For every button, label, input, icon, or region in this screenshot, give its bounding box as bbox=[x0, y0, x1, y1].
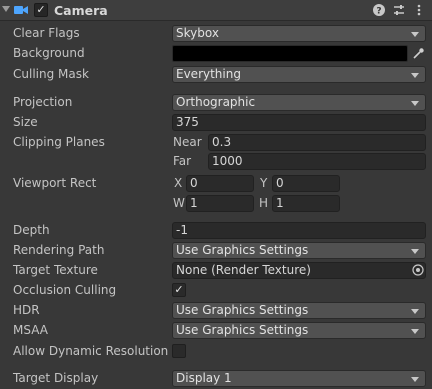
depth-input[interactable]: -1 bbox=[172, 222, 426, 239]
hdr-dropdown[interactable]: Use Graphics Settings bbox=[172, 302, 426, 319]
context-menu-icon[interactable] bbox=[412, 3, 426, 17]
far-input[interactable]: 1000 bbox=[208, 153, 426, 170]
eyedropper-icon[interactable] bbox=[410, 45, 426, 62]
target-display-value: Display 1 bbox=[176, 371, 232, 385]
culling-mask-dropdown[interactable]: Everything bbox=[172, 66, 426, 83]
msaa-dropdown[interactable]: Use Graphics Settings bbox=[172, 322, 426, 339]
preset-icon[interactable] bbox=[392, 3, 406, 17]
target-display-dropdown[interactable]: Display 1 bbox=[172, 370, 426, 387]
occlusion-culling-label: Occlusion Culling bbox=[13, 283, 117, 297]
allow-dynamic-resolution-checkbox[interactable] bbox=[172, 344, 186, 358]
camera-icon bbox=[13, 3, 29, 17]
near-input[interactable]: 0.3 bbox=[208, 134, 426, 151]
viewport-y-input[interactable]: 0 bbox=[272, 175, 340, 192]
viewport-h-label: H bbox=[259, 196, 269, 210]
component-title: Camera bbox=[54, 3, 108, 18]
dropdown-arrow-icon bbox=[411, 377, 419, 382]
help-icon[interactable]: ? bbox=[372, 3, 386, 17]
near-label: Near bbox=[173, 135, 202, 149]
msaa-value: Use Graphics Settings bbox=[176, 323, 309, 337]
depth-label: Depth bbox=[13, 223, 50, 237]
clear-flags-dropdown[interactable]: Skybox bbox=[172, 25, 426, 42]
target-texture-field[interactable]: None (Render Texture) bbox=[172, 262, 426, 279]
dropdown-arrow-icon bbox=[411, 249, 419, 254]
background-color-field[interactable] bbox=[172, 45, 408, 62]
allow-dynamic-resolution-label: Allow Dynamic Resolution bbox=[13, 344, 169, 358]
viewport-rect-label: Viewport Rect bbox=[13, 176, 97, 190]
far-label: Far bbox=[173, 154, 192, 168]
msaa-label: MSAA bbox=[13, 323, 48, 337]
occlusion-culling-checkbox[interactable]: ✓ bbox=[172, 283, 186, 297]
clear-flags-value: Skybox bbox=[176, 26, 219, 40]
background-label: Background bbox=[13, 46, 85, 60]
viewport-w-label: W bbox=[173, 196, 185, 210]
dropdown-arrow-icon bbox=[411, 309, 419, 314]
culling-mask-label: Culling Mask bbox=[13, 67, 89, 81]
component-enabled-checkbox[interactable]: ✓ bbox=[34, 3, 48, 17]
viewport-h-input[interactable]: 1 bbox=[272, 195, 340, 212]
size-label: Size bbox=[13, 115, 38, 129]
dropdown-arrow-icon bbox=[411, 329, 419, 334]
hdr-label: HDR bbox=[13, 303, 40, 317]
culling-mask-value: Everything bbox=[176, 67, 241, 81]
rendering-path-dropdown[interactable]: Use Graphics Settings bbox=[172, 242, 426, 259]
viewport-x-label: X bbox=[174, 176, 183, 190]
projection-dropdown[interactable]: Orthographic bbox=[172, 94, 426, 111]
hdr-value: Use Graphics Settings bbox=[176, 303, 309, 317]
target-texture-value: None (Render Texture) bbox=[176, 263, 311, 277]
size-input[interactable]: 375 bbox=[172, 114, 426, 131]
svg-text:?: ? bbox=[376, 7, 381, 17]
object-picker-icon[interactable] bbox=[411, 263, 425, 277]
dropdown-arrow-icon bbox=[411, 101, 419, 106]
projection-label: Projection bbox=[13, 95, 73, 109]
projection-value: Orthographic bbox=[176, 95, 256, 109]
dropdown-arrow-icon bbox=[411, 32, 419, 37]
rendering-path-label: Rendering Path bbox=[13, 243, 105, 257]
rendering-path-value: Use Graphics Settings bbox=[176, 243, 309, 257]
target-texture-label: Target Texture bbox=[13, 263, 98, 277]
viewport-w-input[interactable]: 1 bbox=[186, 195, 254, 212]
viewport-y-label: Y bbox=[260, 176, 268, 190]
clipping-planes-label: Clipping Planes bbox=[13, 135, 105, 149]
clear-flags-label: Clear Flags bbox=[13, 26, 80, 40]
foldout-arrow-icon[interactable] bbox=[2, 6, 10, 12]
viewport-x-input[interactable]: 0 bbox=[186, 175, 254, 192]
target-display-label: Target Display bbox=[13, 371, 99, 385]
dropdown-arrow-icon bbox=[411, 73, 419, 78]
